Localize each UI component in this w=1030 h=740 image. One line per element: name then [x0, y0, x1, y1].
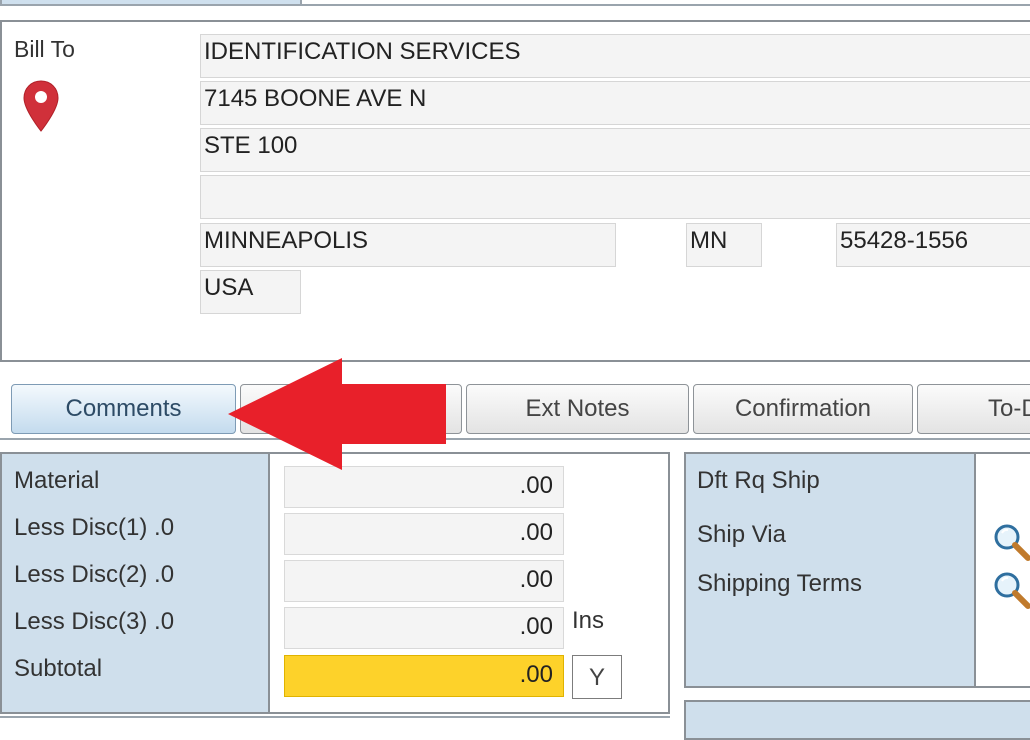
tab-comments[interactable]: Comments: [11, 384, 236, 434]
bill-to-state-field[interactable]: MN: [686, 223, 762, 267]
ins-flag-field[interactable]: Y: [572, 655, 622, 699]
tab-to-do[interactable]: To-Do: [917, 384, 1030, 434]
tab-confirmation[interactable]: Confirmation: [693, 384, 913, 434]
bill-to-label: Bill To: [14, 36, 75, 62]
less-disc1-value[interactable]: .00: [284, 513, 564, 555]
bill-to-address2-field[interactable]: STE 100: [200, 128, 1030, 172]
material-value[interactable]: .00: [284, 466, 564, 508]
shipping-terms-lookup-icon[interactable]: [992, 570, 1030, 610]
top-tab-fragment[interactable]: [0, 0, 302, 6]
bill-to-zip-field[interactable]: 55428-1556: [836, 223, 1030, 267]
dft-rq-ship-label: Dft Rq Ship: [697, 467, 820, 494]
material-label: Material: [14, 467, 100, 494]
shipping-terms-label: Shipping Terms: [697, 570, 862, 597]
bill-to-address1-field[interactable]: 7145 BOONE AVE N: [200, 81, 1030, 125]
top-divider: [302, 4, 1030, 6]
ship-via-lookup-icon[interactable]: [992, 522, 1030, 562]
less-disc2-value[interactable]: .00: [284, 560, 564, 602]
bill-to-name-field[interactable]: IDENTIFICATION SERVICES: [200, 34, 1030, 78]
map-pin-icon[interactable]: [22, 79, 60, 133]
subtotal-value[interactable]: .00: [284, 655, 564, 697]
tab-ext-notes[interactable]: Ext Notes: [466, 384, 689, 434]
less-disc3-label: Less Disc(3) .0: [14, 608, 175, 635]
bill-to-address3-field[interactable]: [200, 175, 1030, 219]
ins-label: Ins: [572, 607, 605, 634]
lower-right-panel: [684, 700, 1030, 740]
totals-bottom-border: [0, 716, 670, 718]
less-disc1-label: Less Disc(1) .0: [14, 514, 175, 541]
subtotal-label: Subtotal: [14, 655, 103, 682]
red-arrow-annotation-icon: [226, 356, 448, 472]
less-disc2-label: Less Disc(2) .0: [14, 561, 175, 588]
bill-to-country-field[interactable]: USA: [200, 270, 301, 314]
section-divider: [0, 438, 1030, 440]
bill-to-city-field[interactable]: MINNEAPOLIS: [200, 223, 616, 267]
less-disc3-value[interactable]: .00: [284, 607, 564, 649]
ship-via-label: Ship Via: [697, 521, 786, 548]
